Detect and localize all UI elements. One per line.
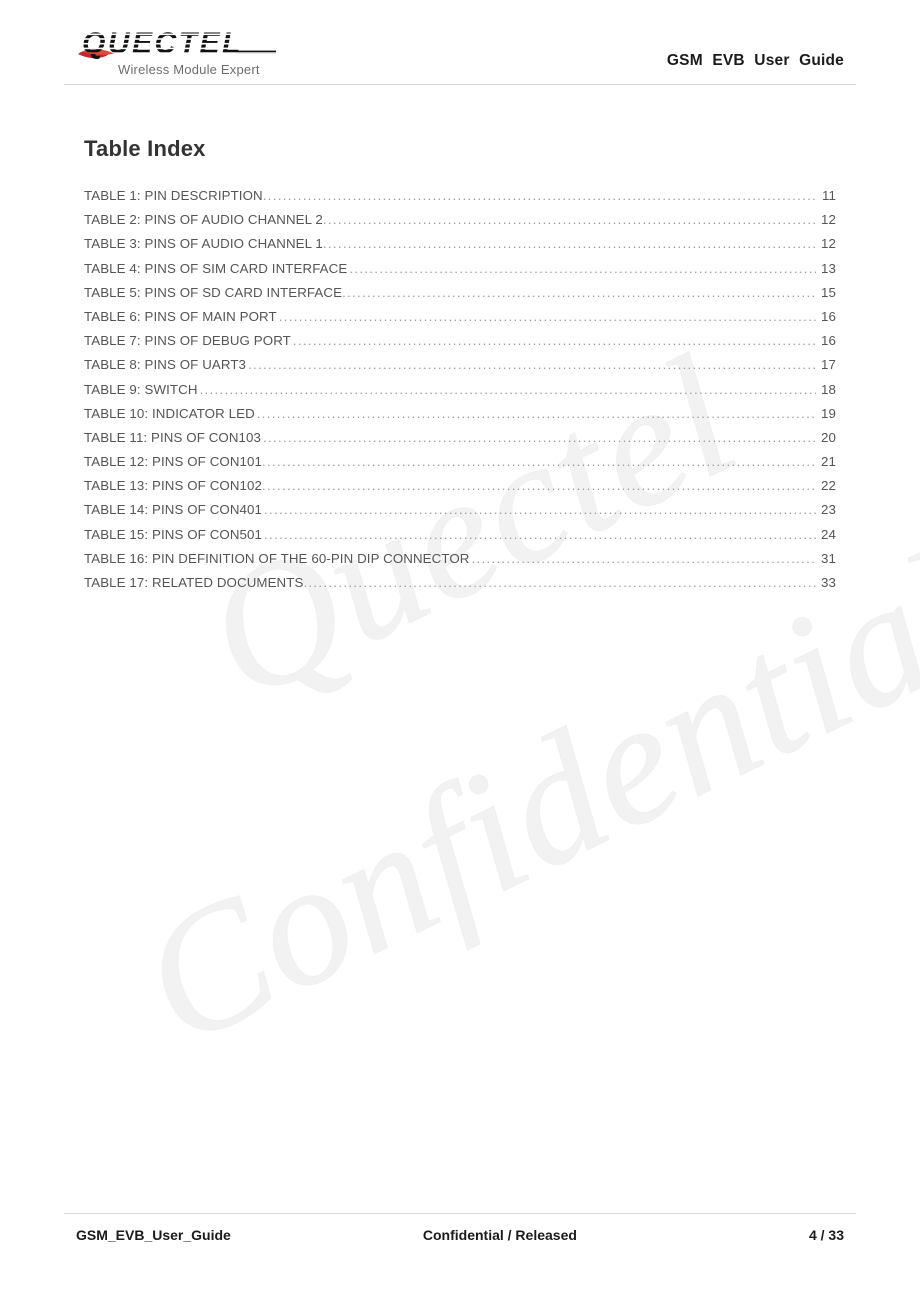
list-item[interactable]: TABLE 1: PIN DESCRIPTION ...............…: [84, 188, 836, 212]
list-item[interactable]: TABLE 8: PINS OF UART3 .................…: [84, 357, 836, 381]
list-item[interactable]: TABLE 12: PINS OF CON101 ...............…: [84, 454, 836, 478]
page-content: Table Index TABLE 1: PIN DESCRIPTION ...…: [0, 0, 920, 1302]
toc-entry-page: 15: [821, 284, 836, 300]
toc-entry-label: TABLE 11: PINS OF CON103: [84, 429, 262, 445]
toc-leader-dots: ........................................…: [342, 284, 816, 300]
toc-entry-page: 20: [821, 429, 836, 445]
toc-entry-label: TABLE 7: PINS OF DEBUG PORT: [84, 333, 291, 349]
toc-entry-page: 11: [821, 188, 836, 203]
list-item[interactable]: TABLE 4: PINS OF SIM CARD INTERFACE ....…: [84, 261, 836, 285]
toc-entry-label: TABLE 1: PIN DESCRIPTION: [84, 188, 263, 203]
toc-entry-label: TABLE 14: PINS OF CON401: [84, 502, 263, 518]
toc-entry-page: 17: [821, 357, 836, 373]
table-index-list: TABLE 1: PIN DESCRIPTION ...............…: [84, 188, 836, 599]
toc-entry-page: 16: [821, 308, 836, 324]
toc-leader-dots: ........................................…: [349, 260, 816, 276]
toc-entry-page: 18: [821, 381, 836, 397]
toc-entry-label: TABLE 3: PINS OF AUDIO CHANNEL 1: [84, 236, 323, 252]
list-item[interactable]: TABLE 2: PINS OF AUDIO CHANNEL 2 .......…: [84, 212, 836, 236]
toc-entry-page: 23: [821, 502, 836, 518]
list-item[interactable]: TABLE 16: PIN DEFINITION OF THE 60-PIN D…: [84, 551, 836, 575]
list-item[interactable]: TABLE 9: SWITCH ........................…: [84, 382, 836, 406]
toc-entry-label: TABLE 13: PINS OF CON102: [84, 478, 263, 494]
toc-entry-page: 22: [821, 478, 836, 494]
toc-entry-label: TABLE 5: PINS OF SD CARD INTERFACE: [84, 284, 343, 300]
toc-leader-dots: ........................................…: [262, 454, 816, 470]
toc-entry-label: TABLE 15: PINS OF CON501: [84, 526, 263, 542]
list-item[interactable]: TABLE 3: PINS OF AUDIO CHANNEL 1 .......…: [84, 236, 836, 260]
toc-entry-page: 12: [821, 212, 836, 228]
toc-entry-page: 12: [821, 236, 836, 252]
list-item[interactable]: TABLE 5: PINS OF SD CARD INTERFACE .....…: [84, 285, 836, 309]
toc-leader-dots: ........................................…: [248, 357, 816, 373]
list-item[interactable]: TABLE 13: PINS OF CON102 ...............…: [84, 478, 836, 502]
toc-entry-page: 31: [821, 550, 836, 566]
toc-entry-page: 13: [821, 260, 836, 276]
toc-leader-dots: ........................................…: [303, 575, 816, 590]
toc-entry-page: 19: [821, 405, 836, 421]
list-item[interactable]: TABLE 17: RELATED DOCUMENTS ............…: [84, 575, 836, 599]
toc-entry-label: TABLE 2: PINS OF AUDIO CHANNEL 2: [84, 212, 323, 228]
footer-status: Confidential / Released: [422, 1227, 577, 1243]
list-item[interactable]: TABLE 11: PINS OF CON103 ...............…: [84, 430, 836, 454]
toc-leader-dots: ........................................…: [322, 236, 816, 252]
toc-leader-dots: ........................................…: [322, 212, 816, 228]
toc-entry-label: TABLE 4: PINS OF SIM CARD INTERFACE: [84, 260, 348, 276]
list-item[interactable]: TABLE 10: INDICATOR LED ................…: [84, 406, 836, 430]
toc-entry-label: TABLE 6: PINS OF MAIN PORT: [84, 308, 277, 324]
toc-leader-dots: ........................................…: [292, 333, 816, 349]
toc-entry-label: TABLE 10: INDICATOR LED: [84, 405, 255, 421]
toc-leader-dots: ........................................…: [278, 308, 816, 324]
toc-entry-page: 33: [821, 575, 836, 590]
toc-leader-dots: ........................................…: [256, 405, 816, 421]
document-page: Quectel Confidential QUECTEL Wireless Mo…: [0, 0, 920, 1302]
list-item[interactable]: TABLE 14: PINS OF CON401 ...............…: [84, 502, 836, 526]
toc-leader-dots: ........................................…: [264, 502, 816, 518]
toc-entry-label: TABLE 12: PINS OF CON101: [84, 454, 263, 470]
toc-entry-label: TABLE 17: RELATED DOCUMENTS: [84, 575, 304, 590]
toc-leader-dots: ........................................…: [262, 188, 816, 203]
toc-entry-label: TABLE 16: PIN DEFINITION OF THE 60-PIN D…: [84, 550, 470, 566]
footer-row: GSM_EVB_User_Guide Confidential / Releas…: [76, 1227, 844, 1243]
toc-leader-dots: ........................................…: [264, 526, 816, 542]
list-item[interactable]: TABLE 7: PINS OF DEBUG PORT ............…: [84, 333, 836, 357]
toc-entry-page: 16: [821, 333, 836, 349]
footer-page-number: 4 / 33: [808, 1227, 844, 1243]
toc-leader-dots: ........................................…: [262, 478, 816, 494]
toc-entry-label: TABLE 9: SWITCH: [84, 381, 198, 397]
toc-leader-dots: ........................................…: [199, 381, 816, 397]
list-item[interactable]: TABLE 6: PINS OF MAIN PORT .............…: [84, 309, 836, 333]
toc-leader-dots: ........................................…: [471, 550, 816, 566]
toc-entry-page: 24: [821, 526, 836, 542]
footer-divider: [64, 1213, 856, 1214]
list-item[interactable]: TABLE 15: PINS OF CON501 ...............…: [84, 527, 836, 551]
toc-entry-label: TABLE 8: PINS OF UART3: [84, 357, 247, 373]
toc-entry-page: 21: [821, 454, 836, 470]
toc-leader-dots: ........................................…: [263, 429, 816, 445]
page-title: Table Index: [84, 136, 206, 161]
